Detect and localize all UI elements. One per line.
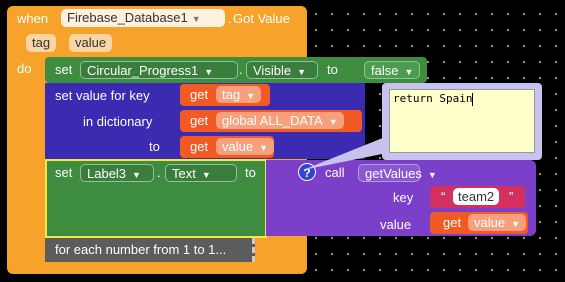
comment-text: return Spain (393, 92, 473, 105)
text-cursor (472, 92, 474, 106)
comment-text-area[interactable]: return Spain (389, 89, 535, 153)
blocks-workspace[interactable]: when Firebase_Database1 ▼ . Got Value tag… (0, 0, 565, 282)
